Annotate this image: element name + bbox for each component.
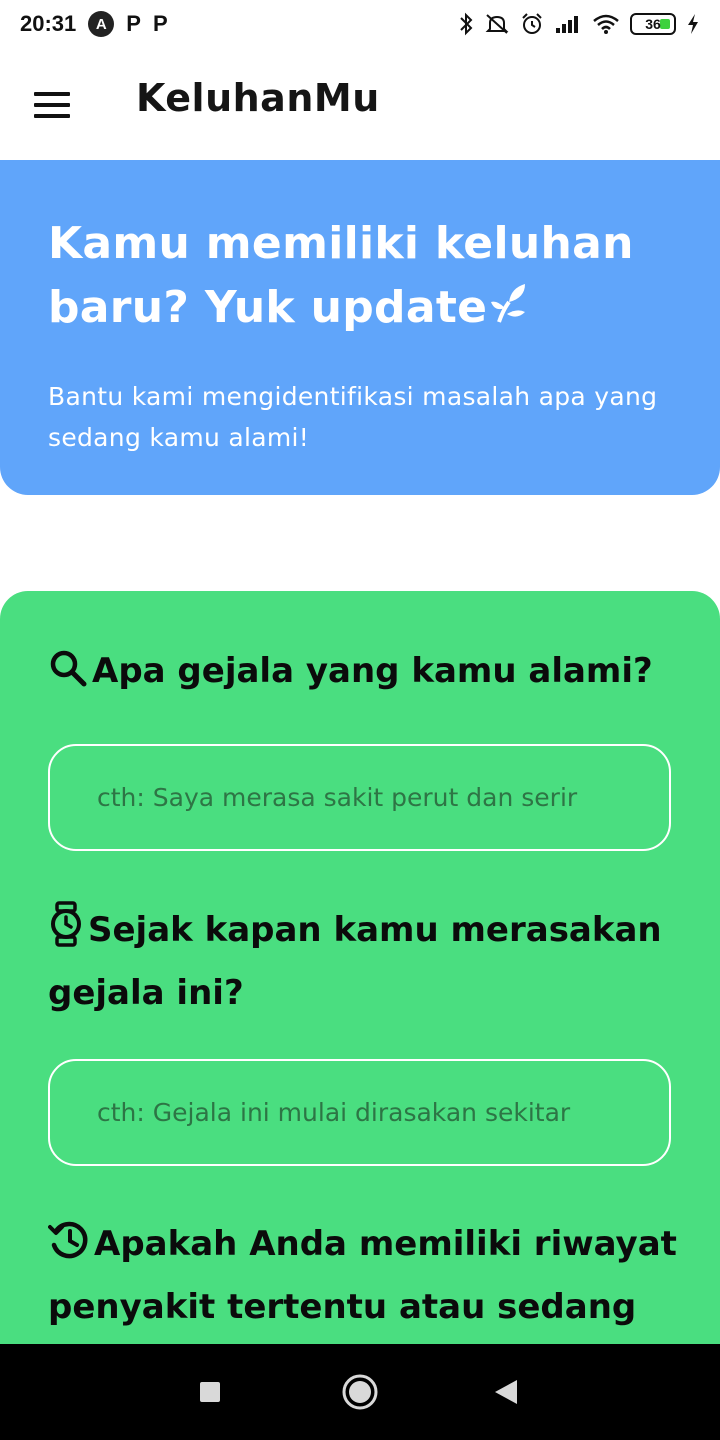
app-title: KeluhanMu xyxy=(136,76,380,120)
system-nav-bar xyxy=(0,1344,720,1440)
hero-subtitle: Bantu kami mengidentifikasi masalah apa … xyxy=(48,382,658,452)
question-label: Sejak kapan kamu merasakan gejala ini? xyxy=(48,910,662,1013)
app-bar: KeluhanMu xyxy=(0,48,720,160)
question-label: Apakah Anda memiliki riwayat penyakit te… xyxy=(48,1224,677,1327)
symptoms-input-wrapper xyxy=(48,744,671,851)
question-since-when: Sejak kapan kamu merasakan gejala ini? xyxy=(48,901,678,1022)
home-icon[interactable] xyxy=(330,1344,390,1440)
hero-banner: Kamu memiliki keluhan baru? Yuk update B… xyxy=(0,160,720,495)
battery-level: 36 xyxy=(645,16,661,32)
signal-icon xyxy=(556,16,578,33)
question-medical-history: Apakah Anda memiliki riwayat penyakit te… xyxy=(48,1216,678,1336)
search-icon xyxy=(48,648,88,706)
hamburger-menu-icon[interactable] xyxy=(34,92,70,118)
since-when-input[interactable] xyxy=(97,1098,669,1127)
p-icon: P xyxy=(152,11,168,36)
charging-icon xyxy=(688,14,698,34)
alarm-icon xyxy=(522,13,542,34)
hero-title-text: Kamu memiliki keluhan baru? Yuk update xyxy=(48,218,634,333)
hero-title: Kamu memiliki keluhan baru? Yuk update xyxy=(48,212,672,342)
status-time: 20:31 xyxy=(20,11,77,36)
status-bar: 20:31 A P P 36 xyxy=(0,0,720,48)
wifi-icon xyxy=(593,14,619,34)
since-when-input-wrapper xyxy=(48,1059,671,1166)
question-symptoms: Apa gejala yang kamu alami? xyxy=(48,643,678,706)
question-label: Apa gejala yang kamu alami? xyxy=(92,651,653,691)
complaint-form: Apa gejala yang kamu alami? Sejak kapan … xyxy=(0,591,720,1351)
battery-icon: 36 xyxy=(630,13,676,35)
system-icons: 36 xyxy=(458,12,700,36)
p-icon: P xyxy=(126,11,141,36)
history-icon xyxy=(48,1219,90,1279)
back-icon[interactable] xyxy=(476,1344,536,1440)
sprout-icon xyxy=(489,278,529,342)
mute-icon xyxy=(485,14,509,34)
symptoms-input[interactable] xyxy=(97,783,669,812)
recent-apps-icon[interactable] xyxy=(180,1344,240,1440)
watch-icon xyxy=(48,901,84,965)
bluetooth-icon xyxy=(460,12,473,36)
notification-icons: A P P xyxy=(88,11,168,37)
a-circle-icon: A xyxy=(88,11,115,37)
